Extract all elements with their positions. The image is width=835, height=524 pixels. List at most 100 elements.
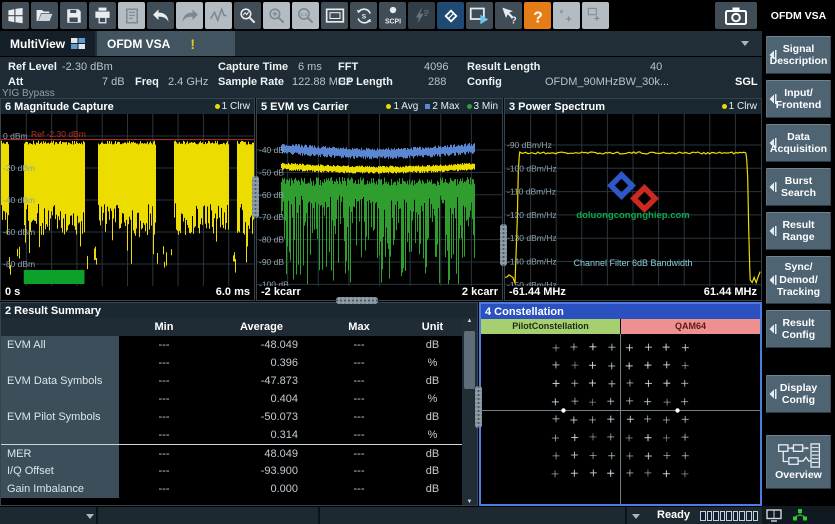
att-value[interactable]: 7 dB [102, 76, 125, 88]
single-sweep-badge: SGL [735, 76, 758, 88]
result-length-value[interactable]: 40 [650, 61, 662, 73]
trace-legend: 1 Clrw [722, 101, 757, 112]
vertical-splitter-handle[interactable] [252, 176, 259, 218]
scroll-down-icon[interactable]: ▼ [467, 499, 473, 505]
result-length-label: Result Length [467, 61, 540, 73]
edit-trace-icon [205, 2, 232, 29]
status-bar: Ready [0, 506, 762, 524]
panel-constellation[interactable]: 4 Constellation PilotConstellation QAM64 [479, 302, 762, 506]
svg-text:-80 dBm: -80 dBm [3, 259, 35, 269]
ofdm-vsa-application: 1:1 S SCPI?? ×++ OFDM VSA MultiView OFDM VS… [0, 0, 835, 524]
table-row: ---0.396---% [1, 354, 462, 372]
svg-text:-130 dBm/Hz: -130 dBm/Hz [507, 233, 557, 243]
svg-text:S: S [361, 13, 366, 20]
fft-value[interactable]: 4096 [424, 61, 448, 73]
redo-icon [176, 2, 203, 29]
trace-legend: 1 Clrw [215, 101, 250, 112]
submenu-arrow-icon [769, 182, 777, 193]
table-row: I/Q Offset----93.900---dB [1, 462, 462, 480]
horizontal-splitter-handle[interactable] [336, 297, 378, 304]
sidebar-item-signal-description[interactable]: Signal Description [766, 36, 831, 74]
frame-icon[interactable] [321, 2, 348, 29]
table-row: ---0.314---% [1, 426, 462, 444]
column-header: Min [119, 318, 209, 336]
overview-flowchart-icon [776, 443, 822, 468]
status-dropdown-icon[interactable] [86, 514, 94, 519]
sidebar-item-input-frontend[interactable]: Input/ Frontend [766, 80, 831, 118]
submenu-arrow-icon [769, 50, 777, 61]
ref-level-value[interactable]: -2.30 dBm [62, 61, 113, 73]
panel-magnitude-capture[interactable]: 6 Magnitude Capture 1 Clrw Ref -2.30 dBm… [0, 98, 255, 301]
trace-pilot-constellation[interactable]: PilotConstellation [481, 319, 621, 334]
result-summary-table: MinAverageMaxUnitEVM All----48.049---dB-… [1, 318, 462, 498]
svg-text:?: ? [510, 15, 516, 26]
column-header [1, 318, 119, 336]
undo-icon[interactable] [147, 2, 174, 29]
svg-text:-90 dBm/Hz: -90 dBm/Hz [507, 140, 552, 150]
ref-level-label: Ref Level [8, 61, 57, 73]
scpi-icon[interactable]: SCPI [379, 2, 406, 29]
tab-multiview[interactable]: MultiView [0, 31, 95, 56]
print-icon[interactable] [89, 2, 116, 29]
scroll-thumb[interactable] [464, 331, 475, 389]
sidebar-item-sync-demod-tracking[interactable]: Sync/ Demod/ Tracking [766, 256, 831, 304]
sidebar-item-display-config[interactable]: Display Config [766, 375, 831, 413]
windows-icon[interactable] [2, 2, 29, 29]
submenu-arrow-icon [769, 324, 777, 335]
camera-icon[interactable] [715, 2, 757, 29]
column-header: Max [314, 318, 404, 336]
svg-text:?: ? [533, 9, 543, 26]
scroll-up-icon[interactable]: ▲ [467, 318, 473, 324]
svg-text:+: + [566, 15, 572, 25]
capture-time-value[interactable]: 6 ms [298, 61, 322, 73]
panel-result-summary[interactable]: 2 Result Summary MinAverageMaxUnitEVM Al… [0, 302, 478, 506]
save-icon[interactable] [60, 2, 87, 29]
display-switch-icon[interactable] [766, 509, 782, 522]
window-play-icon[interactable] [466, 2, 493, 29]
x-axis-end: 6.0 ms [216, 286, 250, 300]
cp-length-value[interactable]: 288 [428, 76, 446, 88]
sidebar-item-result-range[interactable]: Result Range [766, 212, 831, 250]
tab-multiview-label: MultiView [10, 37, 65, 51]
trace-qam64[interactable]: QAM64 [621, 319, 760, 334]
warning-icon: ! [190, 36, 195, 52]
att-label: Att [8, 76, 23, 88]
sidebar-item-burst-search[interactable]: Burst Search [766, 168, 831, 206]
rs-logo-icon[interactable] [437, 2, 464, 29]
column-header: Unit [404, 318, 461, 336]
sidebar-item-data-acquisition[interactable]: Data Acquisition [766, 124, 831, 162]
panel-evm-vs-carrier[interactable]: 5 EVM vs Carrier 1 Avg2 Max3 Min -40 dB-… [256, 98, 503, 301]
config-value[interactable]: OFDM_90MHzBW_30k... [545, 76, 669, 88]
svg-text:1:1: 1:1 [300, 12, 307, 18]
vertical-splitter-handle[interactable] [475, 386, 482, 428]
table-row: EVM All----48.049---dB [1, 336, 462, 354]
help-icon[interactable]: ? [524, 2, 551, 29]
zoom-icon[interactable] [234, 2, 261, 29]
vertical-splitter-handle[interactable] [500, 224, 507, 266]
lightning-icon [408, 2, 435, 29]
sequence-icon[interactable]: S [350, 2, 377, 29]
svg-text:-70 dB: -70 dB [259, 212, 284, 222]
status-dropdown-icon[interactable] [632, 514, 640, 519]
tab-bar: MultiView OFDM VSA ! [0, 31, 762, 56]
sidebar-footer [762, 506, 835, 524]
tab-ofdm-vsa-label: OFDM VSA [107, 37, 170, 51]
sidebar-item-overview[interactable]: Overview [766, 435, 831, 489]
sidebar-item-result-config[interactable]: Result Config [766, 310, 831, 348]
svg-text:-140 dBm/Hz: -140 dBm/Hz [507, 257, 557, 267]
tab-dropdown-icon[interactable] [741, 41, 749, 46]
table-row: EVM Data Symbols----47.873---dB [1, 372, 462, 390]
sample-rate-label: Sample Rate [218, 76, 284, 88]
fft-label: FFT [338, 61, 358, 73]
svg-text:-60 dB: -60 dB [259, 190, 284, 200]
submenu-arrow-icon [769, 275, 777, 286]
svg-text:SCPI: SCPI [384, 18, 400, 25]
tab-ofdm-vsa[interactable]: OFDM VSA ! [97, 31, 235, 56]
freq-value[interactable]: 2.4 GHz [168, 76, 208, 88]
submenu-arrow-icon [769, 389, 777, 400]
status-ready: Ready [657, 509, 690, 521]
help-pointer-icon[interactable]: ? [495, 2, 522, 29]
panel-power-spectrum[interactable]: 3 Power Spectrum 1 Clrw doluongcongnghie… [504, 98, 762, 301]
open-icon[interactable] [31, 2, 58, 29]
close-pane-icon: ×+ [553, 2, 580, 29]
